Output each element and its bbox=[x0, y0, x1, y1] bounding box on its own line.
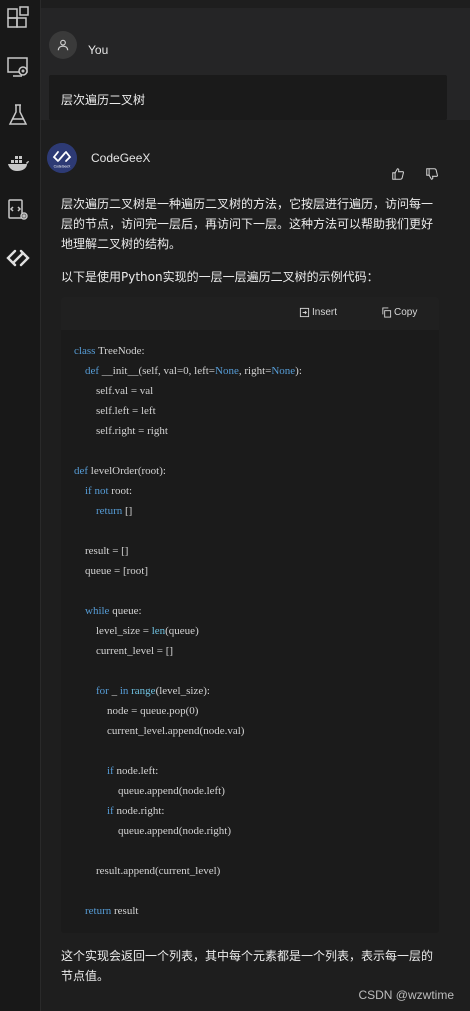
code-line: ​ bbox=[74, 841, 302, 861]
code-line: return [] bbox=[96, 505, 133, 517]
answer-lead: 以下是使用Python实现的一层一层遍历二叉树的示例代码： bbox=[61, 270, 379, 284]
code-line: queue.append(node.left) bbox=[74, 785, 225, 797]
code-line: queue.append(node.right) bbox=[74, 825, 232, 837]
code-line: level_size = len(queue) bbox=[74, 625, 199, 637]
user-name: You bbox=[88, 43, 109, 57]
code-line: ​ bbox=[74, 521, 302, 541]
code-line: self.left = left bbox=[74, 405, 156, 417]
codegeex-icon[interactable] bbox=[5, 245, 31, 271]
chat-panel: You 层次遍历二叉树 CodeGeeX CodeGeeX 层次遍历二叉树是一种… bbox=[41, 0, 470, 1011]
answer-outro: 这个实现会返回一个列表，其中每个元素都是一个列表，表示每一层的节点值。 bbox=[61, 949, 434, 983]
thumbs-down-icon[interactable] bbox=[424, 166, 440, 182]
code-line: current_level.append(node.val) bbox=[74, 725, 245, 737]
code-line: ​ bbox=[74, 581, 302, 601]
code-line: current_level = [] bbox=[74, 645, 174, 657]
code-line: while queue: bbox=[85, 605, 142, 617]
user-message-text: 层次遍历二叉树 bbox=[61, 93, 146, 107]
watermark: CSDN @wzwtime bbox=[358, 988, 454, 1002]
insert-label: Insert bbox=[312, 307, 338, 318]
code-content: class TreeNode: def __init__(self, val=0… bbox=[74, 341, 302, 921]
copy-button[interactable]: Copy bbox=[381, 307, 417, 318]
testing-flask-icon[interactable] bbox=[5, 102, 31, 128]
code-line: queue = [root] bbox=[74, 565, 149, 577]
code-line: def levelOrder(root): bbox=[74, 465, 166, 477]
remote-explorer-icon[interactable] bbox=[5, 54, 31, 80]
codegeex-avatar: CodeGeeX bbox=[47, 143, 77, 173]
avatar-logo-text: CodeGeeX bbox=[54, 165, 72, 169]
code-block-toolbar: Insert Copy bbox=[61, 297, 439, 330]
insert-button[interactable]: Insert bbox=[299, 307, 337, 318]
code-line: if node.right: bbox=[107, 805, 165, 817]
code-line: return result bbox=[85, 905, 139, 917]
code-line: if not root: bbox=[85, 485, 133, 497]
insert-icon bbox=[299, 307, 310, 318]
code-line: if node.left: bbox=[107, 765, 159, 777]
code-line: class TreeNode: bbox=[74, 345, 145, 357]
code-line: ​ bbox=[74, 661, 302, 681]
code-line: result = [] bbox=[74, 545, 129, 557]
user-message-card: You 层次遍历二叉树 bbox=[41, 8, 470, 120]
copy-icon bbox=[382, 307, 392, 318]
extensions-icon[interactable] bbox=[5, 5, 31, 31]
user-message-box: 层次遍历二叉树 bbox=[49, 75, 447, 120]
docker-icon[interactable] bbox=[5, 150, 31, 176]
copy-label: Copy bbox=[394, 307, 418, 318]
code-line: result.append(current_level) bbox=[74, 865, 221, 877]
code-line: self.right = right bbox=[74, 425, 168, 437]
activity-bar bbox=[0, 0, 41, 1011]
code-line: ​ bbox=[74, 881, 302, 901]
user-avatar-icon bbox=[49, 31, 77, 59]
code-line: node = queue.pop(0) bbox=[74, 705, 199, 717]
code-line: def __init__(self, val=0, left=None, rig… bbox=[85, 365, 302, 377]
thumbs-up-icon[interactable] bbox=[390, 166, 406, 182]
code-line: for _ in range(level_size): bbox=[96, 685, 210, 697]
code-line: self.val = val bbox=[74, 385, 154, 397]
code-line: ​ bbox=[74, 741, 302, 761]
settings-code-icon[interactable] bbox=[5, 197, 31, 223]
answer-intro: 层次遍历二叉树是一种遍历二叉树的方法，它按层进行遍历，访问每一层的节点，访问完一… bbox=[61, 197, 434, 251]
code-block: Insert Copy class TreeNode: def __init__… bbox=[61, 297, 439, 933]
bot-name: CodeGeeX bbox=[91, 151, 151, 165]
code-line: ​ bbox=[74, 441, 302, 461]
